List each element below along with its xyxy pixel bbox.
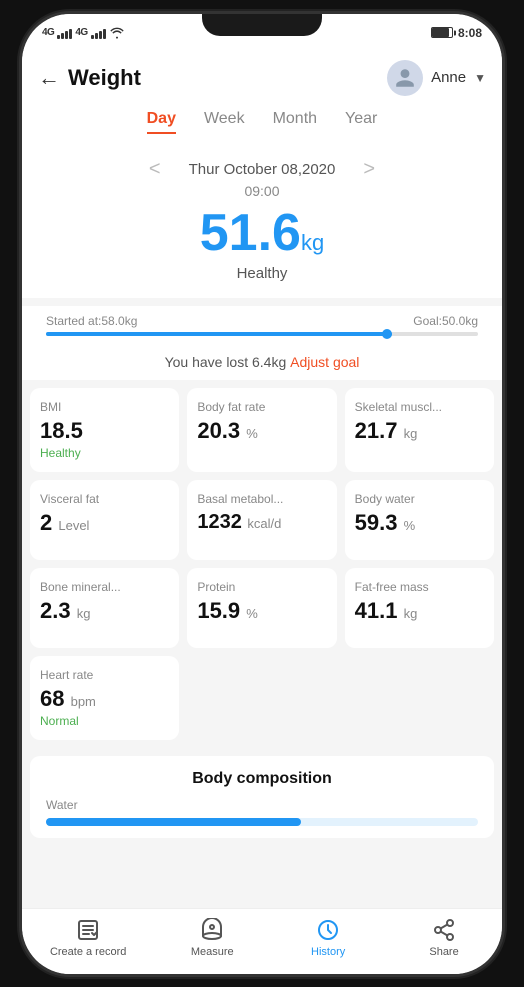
dropdown-arrow[interactable]: ▼ <box>474 71 486 85</box>
signal-text: 4G <box>42 27 54 38</box>
main-content: < Thur October 08,2020 > 09:00 51.6kg He… <box>22 142 502 908</box>
weight-section: < Thur October 08,2020 > 09:00 51.6kg He… <box>22 142 502 298</box>
water-bar-track <box>46 818 478 826</box>
weight-status: Healthy <box>22 265 502 282</box>
battery-icon <box>431 27 453 38</box>
metric-label-body-fat: Body fat rate <box>197 400 326 414</box>
signal-text-2: 4G <box>75 27 87 38</box>
body-composition-title: Body composition <box>46 770 478 788</box>
metric-card-protein[interactable]: Protein 15.9 % <box>187 568 336 648</box>
tab-week[interactable]: Week <box>204 110 245 134</box>
signal-bars-2 <box>91 27 106 39</box>
metric-label-basal: Basal metabol... <box>197 492 326 506</box>
date-next-button[interactable]: > <box>355 158 383 181</box>
status-right: 8:08 <box>431 26 482 40</box>
tab-month[interactable]: Month <box>273 110 317 134</box>
metrics-grid: BMI 18.5 Healthy Body fat rate 20.3 % Sk… <box>22 380 502 749</box>
lost-text: You have lost 6.4kg <box>165 354 287 370</box>
metric-value-heart-rate: 68 bpm <box>40 686 169 712</box>
metric-label-skeletal: Skeletal muscl... <box>355 400 484 414</box>
metric-label-body-water: Body water <box>355 492 484 506</box>
metric-label-heart-rate: Heart rate <box>40 668 169 682</box>
header-right[interactable]: Anne ▼ <box>387 60 486 96</box>
metric-value-protein: 15.9 % <box>197 598 326 624</box>
progress-section: Started at:58.0kg Goal:50.0kg <box>22 306 502 346</box>
water-bar-row: Water <box>46 798 478 812</box>
nav-share[interactable]: Share <box>414 917 474 958</box>
date-display: Thur October 08,2020 <box>189 161 336 178</box>
status-signals: 4G 4G <box>42 27 125 39</box>
metric-card-body-fat[interactable]: Body fat rate 20.3 % <box>187 388 336 472</box>
metric-card-bmi[interactable]: BMI 18.5 Healthy <box>30 388 179 472</box>
metric-card-skeletal[interactable]: Skeletal muscl... 21.7 kg <box>345 388 494 472</box>
metric-value-visceral: 2 Level <box>40 510 169 536</box>
status-time: 8:08 <box>458 26 482 40</box>
adjust-goal-button[interactable]: Adjust goal <box>290 354 359 370</box>
weight-value-display: 51.6kg <box>22 203 502 263</box>
nav-share-label: Share <box>429 946 458 958</box>
metric-value-skeletal: 21.7 kg <box>355 418 484 444</box>
water-bar-label: Water <box>46 798 78 812</box>
share-icon <box>431 917 457 943</box>
metric-label-bone: Bone mineral... <box>40 580 169 594</box>
metric-value-basal: 1232 kcal/d <box>197 510 326 534</box>
metric-card-bone[interactable]: Bone mineral... 2.3 kg <box>30 568 179 648</box>
clock-icon <box>315 917 341 943</box>
lost-section: You have lost 6.4kg Adjust goal <box>22 346 502 380</box>
tab-year[interactable]: Year <box>345 110 377 134</box>
metric-card-heart-rate[interactable]: Heart rate 68 bpm Normal <box>30 656 179 740</box>
metric-label-protein: Protein <box>197 580 326 594</box>
tab-day[interactable]: Day <box>147 110 176 134</box>
progress-bar-dot <box>382 329 392 339</box>
header-left: ← Weight <box>38 65 141 91</box>
nav-measure-label: Measure <box>191 946 234 958</box>
metric-card-body-water[interactable]: Body water 59.3 % <box>345 480 494 560</box>
water-bar-fill <box>46 818 301 826</box>
nav-history[interactable]: History <box>298 917 358 958</box>
date-nav: < Thur October 08,2020 > <box>22 152 502 183</box>
weight-unit: kg <box>301 230 324 255</box>
progress-bar-fill <box>46 332 392 336</box>
nav-create-label: Create a record <box>50 946 126 958</box>
tabs-bar: Day Week Month Year <box>22 106 502 142</box>
body-composition-section: Body composition Water <box>30 756 494 838</box>
metric-status-bmi: Healthy <box>40 446 169 460</box>
metric-label-visceral: Visceral fat <box>40 492 169 506</box>
metric-value-bmi: 18.5 <box>40 418 169 444</box>
metric-card-visceral[interactable]: Visceral fat 2 Level <box>30 480 179 560</box>
metric-value-body-water: 59.3 % <box>355 510 484 536</box>
weight-number: 51.6 <box>200 204 301 262</box>
metric-label-fat-free: Fat-free mass <box>355 580 484 594</box>
weight-time: 09:00 <box>22 183 502 199</box>
scale-icon <box>199 917 225 943</box>
bottom-nav: Create a record Measure <box>22 908 502 974</box>
page-title: Weight <box>68 65 141 91</box>
progress-bar-track <box>46 332 478 336</box>
goal-label: Goal:50.0kg <box>413 314 478 328</box>
metric-label-bmi: BMI <box>40 400 169 414</box>
metric-value-bone: 2.3 kg <box>40 598 169 624</box>
metric-value-fat-free: 41.1 kg <box>355 598 484 624</box>
metric-value-body-fat: 20.3 % <box>197 418 326 444</box>
metric-card-fat-free[interactable]: Fat-free mass 41.1 kg <box>345 568 494 648</box>
progress-labels: Started at:58.0kg Goal:50.0kg <box>46 314 478 328</box>
started-label: Started at:58.0kg <box>46 314 137 328</box>
nav-measure[interactable]: Measure <box>182 917 242 958</box>
nav-create-record[interactable]: Create a record <box>50 917 126 958</box>
back-button[interactable]: ← <box>38 65 60 91</box>
wifi-icon <box>109 27 125 39</box>
metric-status-heart-rate: Normal <box>40 714 169 728</box>
app-header: ← Weight Anne ▼ <box>22 52 502 106</box>
metric-card-basal[interactable]: Basal metabol... 1232 kcal/d <box>187 480 336 560</box>
edit-icon <box>75 917 101 943</box>
user-name: Anne <box>431 69 466 86</box>
date-prev-button[interactable]: < <box>141 158 169 181</box>
avatar <box>387 60 423 96</box>
nav-history-label: History <box>311 946 345 958</box>
signal-bars-1 <box>57 27 72 39</box>
